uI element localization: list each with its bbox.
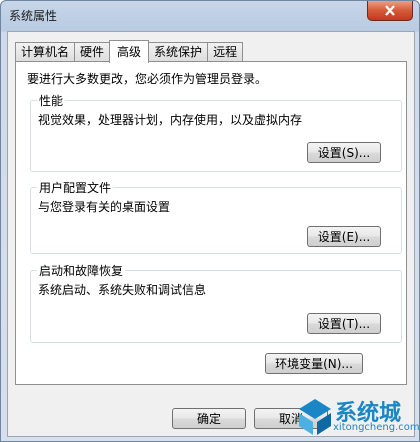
close-icon bbox=[385, 5, 395, 16]
performance-group-title: 性能 bbox=[37, 92, 66, 109]
user-profiles-group: 用户配置文件 与您登录有关的桌面设置 设置(E)... bbox=[30, 179, 402, 254]
startup-recovery-description: 系统启动、系统失败和调试信息 bbox=[38, 283, 207, 297]
performance-settings-button[interactable]: 设置(S)... bbox=[307, 142, 381, 163]
system-properties-window: 系统属性 计算机名 硬件 高级 系统保护 远程 要进行大多数更改，您必须作为管理… bbox=[0, 0, 420, 442]
startup-recovery-group: 启动和故障恢复 系统启动、系统失败和调试信息 设置(T)... bbox=[30, 262, 402, 343]
site-watermark: 系统城 xitongcheng.com bbox=[295, 395, 420, 439]
watermark-url: xitongcheng.com bbox=[333, 422, 420, 433]
ok-button[interactable]: 确定 bbox=[172, 408, 246, 429]
dialog-client-area: 计算机名 硬件 高级 系统保护 远程 要进行大多数更改，您必须作为管理员登录。 … bbox=[7, 31, 415, 437]
title-bar[interactable]: 系统属性 bbox=[1, 1, 419, 31]
window-title: 系统属性 bbox=[9, 9, 58, 23]
tab-advanced[interactable]: 高级 bbox=[109, 40, 150, 63]
user-profiles-description: 与您登录有关的桌面设置 bbox=[38, 200, 171, 214]
admin-notice: 要进行大多数更改，您必须作为管理员登录。 bbox=[27, 72, 268, 86]
user-profiles-settings-button[interactable]: 设置(E)... bbox=[307, 226, 381, 247]
startup-recovery-settings-button[interactable]: 设置(T)... bbox=[307, 313, 381, 334]
user-profiles-group-title: 用户配置文件 bbox=[37, 179, 114, 196]
tab-remote[interactable]: 远程 bbox=[207, 42, 244, 62]
tab-computer-name[interactable]: 计算机名 bbox=[15, 42, 76, 62]
performance-group: 性能 视觉效果，处理器计划，内存使用，以及虚拟内存 设置(S)... bbox=[30, 92, 402, 172]
close-button[interactable] bbox=[367, 1, 413, 21]
performance-description: 视觉效果，处理器计划，内存使用，以及虚拟内存 bbox=[38, 113, 303, 127]
tab-hardware[interactable]: 硬件 bbox=[74, 42, 111, 62]
tab-strip: 计算机名 硬件 高级 系统保护 远程 bbox=[15, 40, 244, 63]
startup-recovery-group-title: 启动和故障恢复 bbox=[37, 262, 126, 279]
tab-system-protection[interactable]: 系统保护 bbox=[148, 42, 209, 62]
watermark-logo-icon bbox=[299, 399, 331, 435]
environment-variables-button[interactable]: 环境变量(N)... bbox=[265, 353, 363, 374]
